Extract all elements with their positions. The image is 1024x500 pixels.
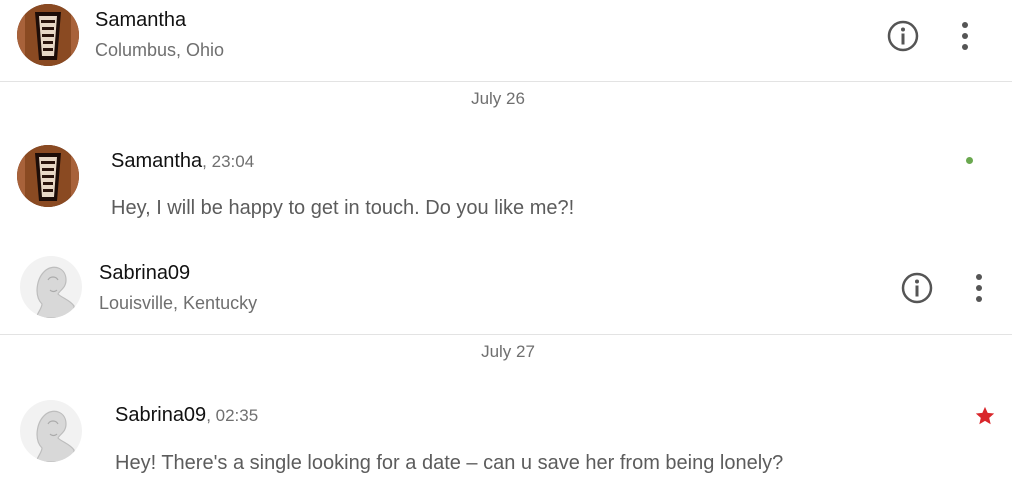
message-text: Hey, I will be happy to get in touch. Do… [111,197,575,219]
message-time: , 23:04 [202,152,255,171]
divider [0,81,1012,82]
contact-location: Louisville, Kentucky [99,293,258,313]
star-icon[interactable] [974,405,996,432]
avatar-sabrina09[interactable] [20,400,82,462]
contact-name: Sabrina09 [99,262,191,284]
message-sender: Sabrina09 [115,404,207,426]
date-separator: July 27 [481,342,535,361]
more-vertical-icon[interactable] [959,268,999,308]
contact-location: Columbus, Ohio [95,40,225,60]
avatar-sabrina09[interactable] [20,256,82,318]
divider [0,334,1012,335]
message-text: Hey! There's a single looking for a date… [115,452,784,474]
message-meta: Sabrina09, 02:35 [115,404,258,427]
avatar-samantha[interactable] [17,4,79,66]
message-sender: Samantha [111,150,203,172]
info-icon[interactable] [897,268,937,308]
date-separator: July 26 [471,89,525,108]
avatar-samantha[interactable] [17,145,79,207]
online-status-dot [966,157,973,164]
message-meta: Samantha, 23:04 [111,150,254,173]
contact-name: Samantha [95,9,187,31]
more-vertical-icon[interactable] [945,16,985,56]
message-time: , 02:35 [206,406,259,425]
info-icon[interactable] [883,16,923,56]
